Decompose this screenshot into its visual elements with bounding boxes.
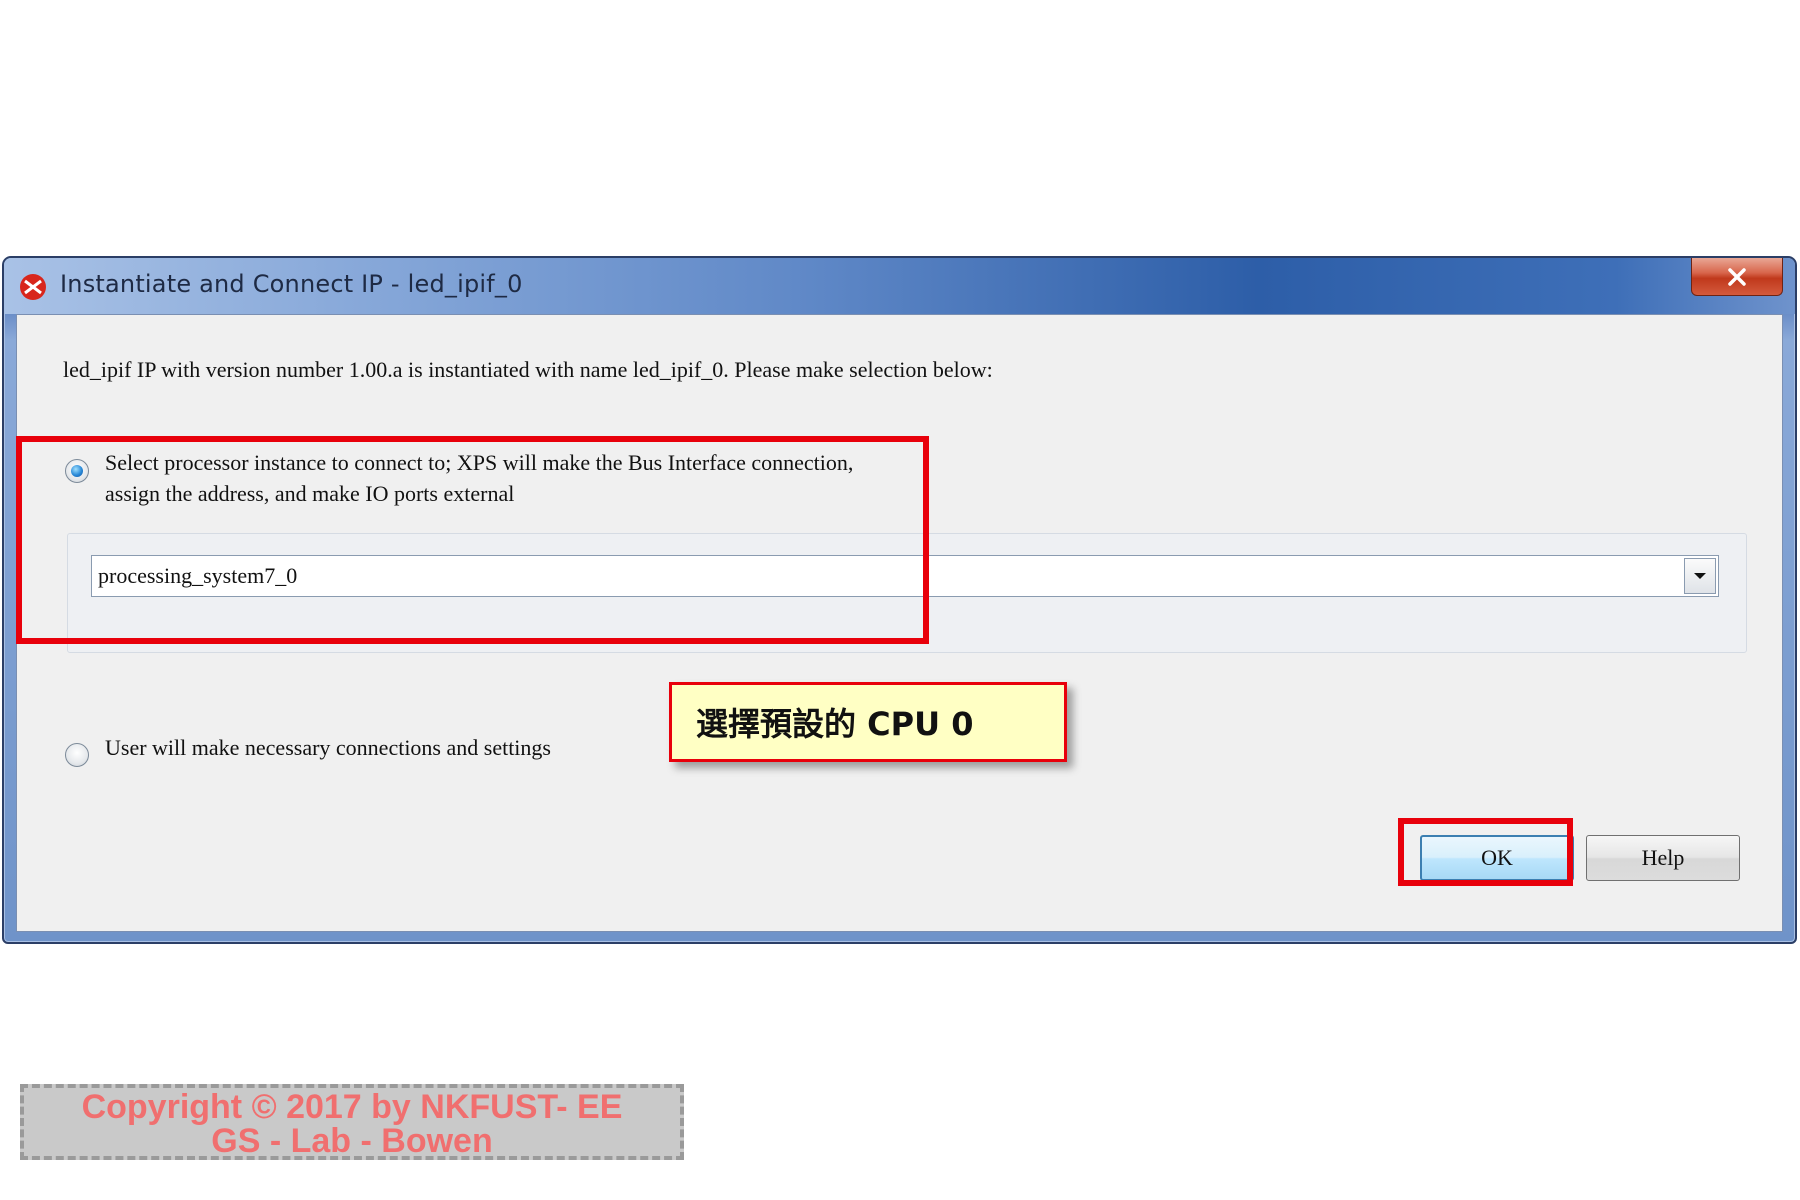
ok-button[interactable]: OK xyxy=(1420,835,1574,881)
processor-instance-select[interactable]: processing_system7_0 xyxy=(91,555,1719,597)
dialog-window: Instantiate and Connect IP - led_ipif_0 … xyxy=(2,256,1797,944)
window-title: Instantiate and Connect IP - led_ipif_0 xyxy=(60,270,523,298)
copyright-watermark: Copyright © 2017 by NKFUST- EE GS - Lab … xyxy=(20,1084,684,1160)
dialog-body: led_ipif IP with version number 1.00.a i… xyxy=(16,314,1783,932)
option-connect-processor-line1: Select processor instance to connect to;… xyxy=(105,450,854,475)
close-button[interactable] xyxy=(1691,258,1783,296)
close-icon xyxy=(1728,267,1746,286)
watermark-line2: GS - Lab - Bowen xyxy=(211,1122,493,1160)
option-connect-processor-line2: assign the address, and make IO ports ex… xyxy=(105,481,515,506)
processor-instance-value: processing_system7_0 xyxy=(98,563,298,588)
dropdown-button[interactable] xyxy=(1684,558,1716,594)
xilinx-logo-icon xyxy=(20,274,46,300)
option-manual-connect-radio[interactable] xyxy=(65,743,89,767)
annotation-callout: 選擇預設的 CPU 0 xyxy=(669,682,1067,762)
intro-message: led_ipif IP with version number 1.00.a i… xyxy=(63,357,993,382)
option-manual-connect-label[interactable]: User will make necessary connections and… xyxy=(105,735,551,761)
chevron-down-icon xyxy=(1694,573,1706,579)
help-button[interactable]: Help xyxy=(1586,835,1740,881)
option-connect-processor-label[interactable]: Select processor instance to connect to;… xyxy=(105,447,965,509)
watermark-line1: Copyright © 2017 by NKFUST- EE xyxy=(81,1088,623,1126)
option-connect-processor-radio[interactable] xyxy=(65,459,89,483)
title-bar[interactable]: Instantiate and Connect IP - led_ipif_0 xyxy=(4,258,1795,314)
